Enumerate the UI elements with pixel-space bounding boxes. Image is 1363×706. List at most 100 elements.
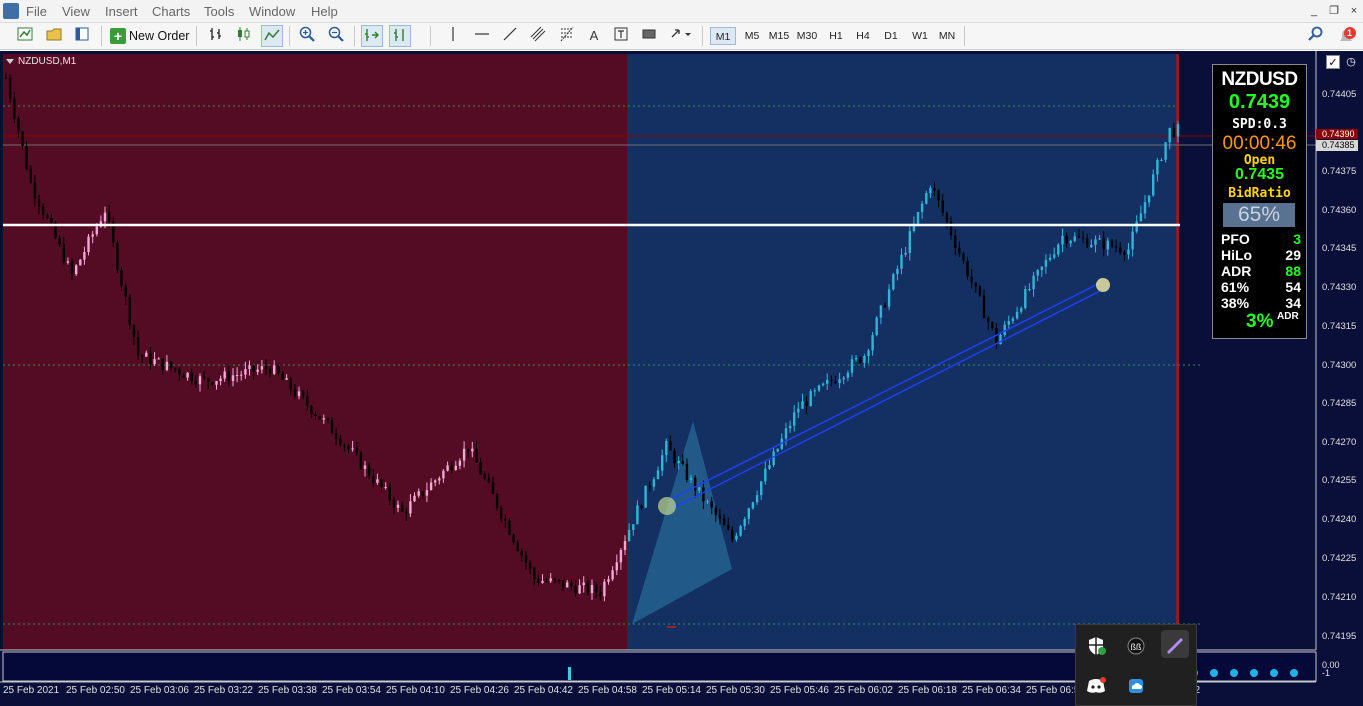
candle-bull [871, 335, 874, 351]
time-tick-label: 25 Feb 04:58 [578, 685, 637, 696]
restore-icon[interactable]: ❐ [1326, 3, 1342, 19]
candle-bear [41, 206, 45, 215]
toolbar-separator [354, 26, 355, 46]
line-chart-icon[interactable] [261, 25, 283, 47]
timeframe-m1[interactable]: M1 [710, 27, 736, 45]
system-tray-popup: ßß [1075, 624, 1197, 706]
fibonacci-icon[interactable] [556, 25, 578, 47]
app-tray-icon[interactable]: ßß [1122, 632, 1150, 660]
price-chart[interactable] [0, 51, 1363, 706]
candle-bear [599, 592, 602, 597]
menu-tools[interactable]: Tools [204, 4, 234, 19]
security-shield-icon[interactable] [1082, 632, 1110, 660]
timeframe-m5[interactable]: M5 [740, 27, 764, 45]
timeframe-mn[interactable]: MN [935, 27, 959, 45]
menu-help[interactable]: Help [311, 4, 338, 19]
candle-bear [334, 433, 338, 439]
info-row-label: PFO [1221, 231, 1250, 247]
search-icon[interactable] [1305, 25, 1327, 47]
timeframe-m15[interactable]: M15 [766, 27, 792, 45]
candlestick-chart-icon[interactable] [233, 25, 255, 47]
profiles-icon[interactable] [43, 25, 65, 47]
candle-bull [875, 317, 878, 336]
zoom-in-icon[interactable] [296, 25, 318, 47]
new-chart-icon[interactable] [14, 25, 36, 47]
candle-bull [1147, 195, 1151, 203]
candle-bear [491, 482, 495, 494]
price-tick-label: 0.74390 [1322, 129, 1355, 139]
clock-icon[interactable]: ◷ [1344, 55, 1358, 69]
candle-bear [545, 581, 548, 582]
text-label-icon[interactable] [610, 25, 632, 47]
menu-insert[interactable]: Insert [105, 4, 138, 19]
horizontal-line-icon[interactable] [471, 25, 493, 47]
minimize-icon[interactable]: _ [1306, 3, 1322, 19]
discord-icon[interactable] [1082, 672, 1110, 700]
cloud-icon[interactable] [1122, 672, 1150, 700]
timeframe-h1[interactable]: H1 [825, 27, 847, 45]
timeframe-m30[interactable]: M30 [794, 27, 820, 45]
candle-bull [755, 495, 759, 503]
candle-bull [198, 376, 202, 385]
menu-window[interactable]: Window [249, 4, 295, 19]
timeframe-w1[interactable]: W1 [908, 27, 932, 45]
candle-bull [87, 236, 90, 252]
timeframe-d1[interactable]: D1 [880, 27, 902, 45]
vertical-line-icon[interactable] [442, 25, 464, 47]
autoscroll-icon[interactable] [361, 25, 383, 47]
checkbox-icon[interactable]: ✓ [1326, 55, 1340, 69]
menu-charts[interactable]: Charts [152, 4, 190, 19]
equidistant-channel-icon[interactable] [527, 25, 549, 47]
chart-window[interactable]: NZDUSD,M1 0.74405 0.74390 0.74385 0.74375 0.… [0, 51, 1363, 706]
timeframe-h4[interactable]: H4 [852, 27, 874, 45]
candle-bear [149, 352, 152, 365]
notification-bell-icon[interactable]: 1 [1336, 25, 1358, 47]
candle-bull [925, 193, 928, 204]
candle-bull [384, 487, 387, 488]
candle-bear [161, 358, 164, 370]
candle-bear [553, 578, 557, 580]
text-icon[interactable]: A [583, 25, 605, 47]
arrows-dropdown-icon[interactable] [668, 25, 696, 47]
candle-bear [405, 511, 408, 514]
close-icon[interactable]: × [1346, 3, 1362, 19]
menu-file[interactable]: File [26, 4, 47, 19]
candle-bull [1098, 238, 1101, 240]
candle-bear [330, 420, 334, 434]
candle-bull [784, 428, 788, 439]
candle-bull [285, 378, 288, 380]
market-watch-icon[interactable] [71, 25, 93, 47]
candle-bull [619, 550, 623, 563]
candle-bull [904, 252, 907, 255]
trendline-icon[interactable] [499, 25, 521, 47]
candle-bear [141, 355, 144, 357]
candle-bull [165, 361, 169, 370]
candle-bear [561, 580, 565, 588]
zoom-out-icon[interactable] [325, 25, 347, 47]
new-order-button[interactable]: + New Order [108, 25, 190, 47]
candle-bear [108, 212, 111, 222]
candle-bear [982, 295, 986, 319]
menu-view[interactable]: View [62, 4, 90, 19]
time-tick-label: 25 Feb 02:50 [66, 685, 125, 696]
pattern-point-marker [1096, 278, 1110, 292]
candle-bear [528, 562, 532, 569]
candle-bull [850, 359, 854, 373]
candle-bear [685, 463, 689, 480]
chart-shift-icon[interactable] [389, 25, 411, 47]
rectangle-icon[interactable] [638, 25, 660, 47]
candle-bull [854, 357, 858, 360]
bar-chart-icon[interactable] [205, 25, 227, 47]
pen-icon[interactable] [1161, 630, 1189, 658]
candle-bear [479, 462, 482, 475]
candle-bear [174, 367, 177, 370]
candle-bear [475, 448, 478, 463]
candle-bull [760, 481, 763, 496]
chart-menu-arrow-icon[interactable] [6, 59, 14, 64]
candle-bear [1114, 246, 1118, 248]
candle-bull [887, 289, 891, 307]
toolbar-separator [964, 26, 965, 46]
candle-bear [516, 542, 519, 551]
session-zone-previous [3, 54, 627, 650]
time-tick-label: 25 Feb 06:5 [1026, 685, 1080, 696]
